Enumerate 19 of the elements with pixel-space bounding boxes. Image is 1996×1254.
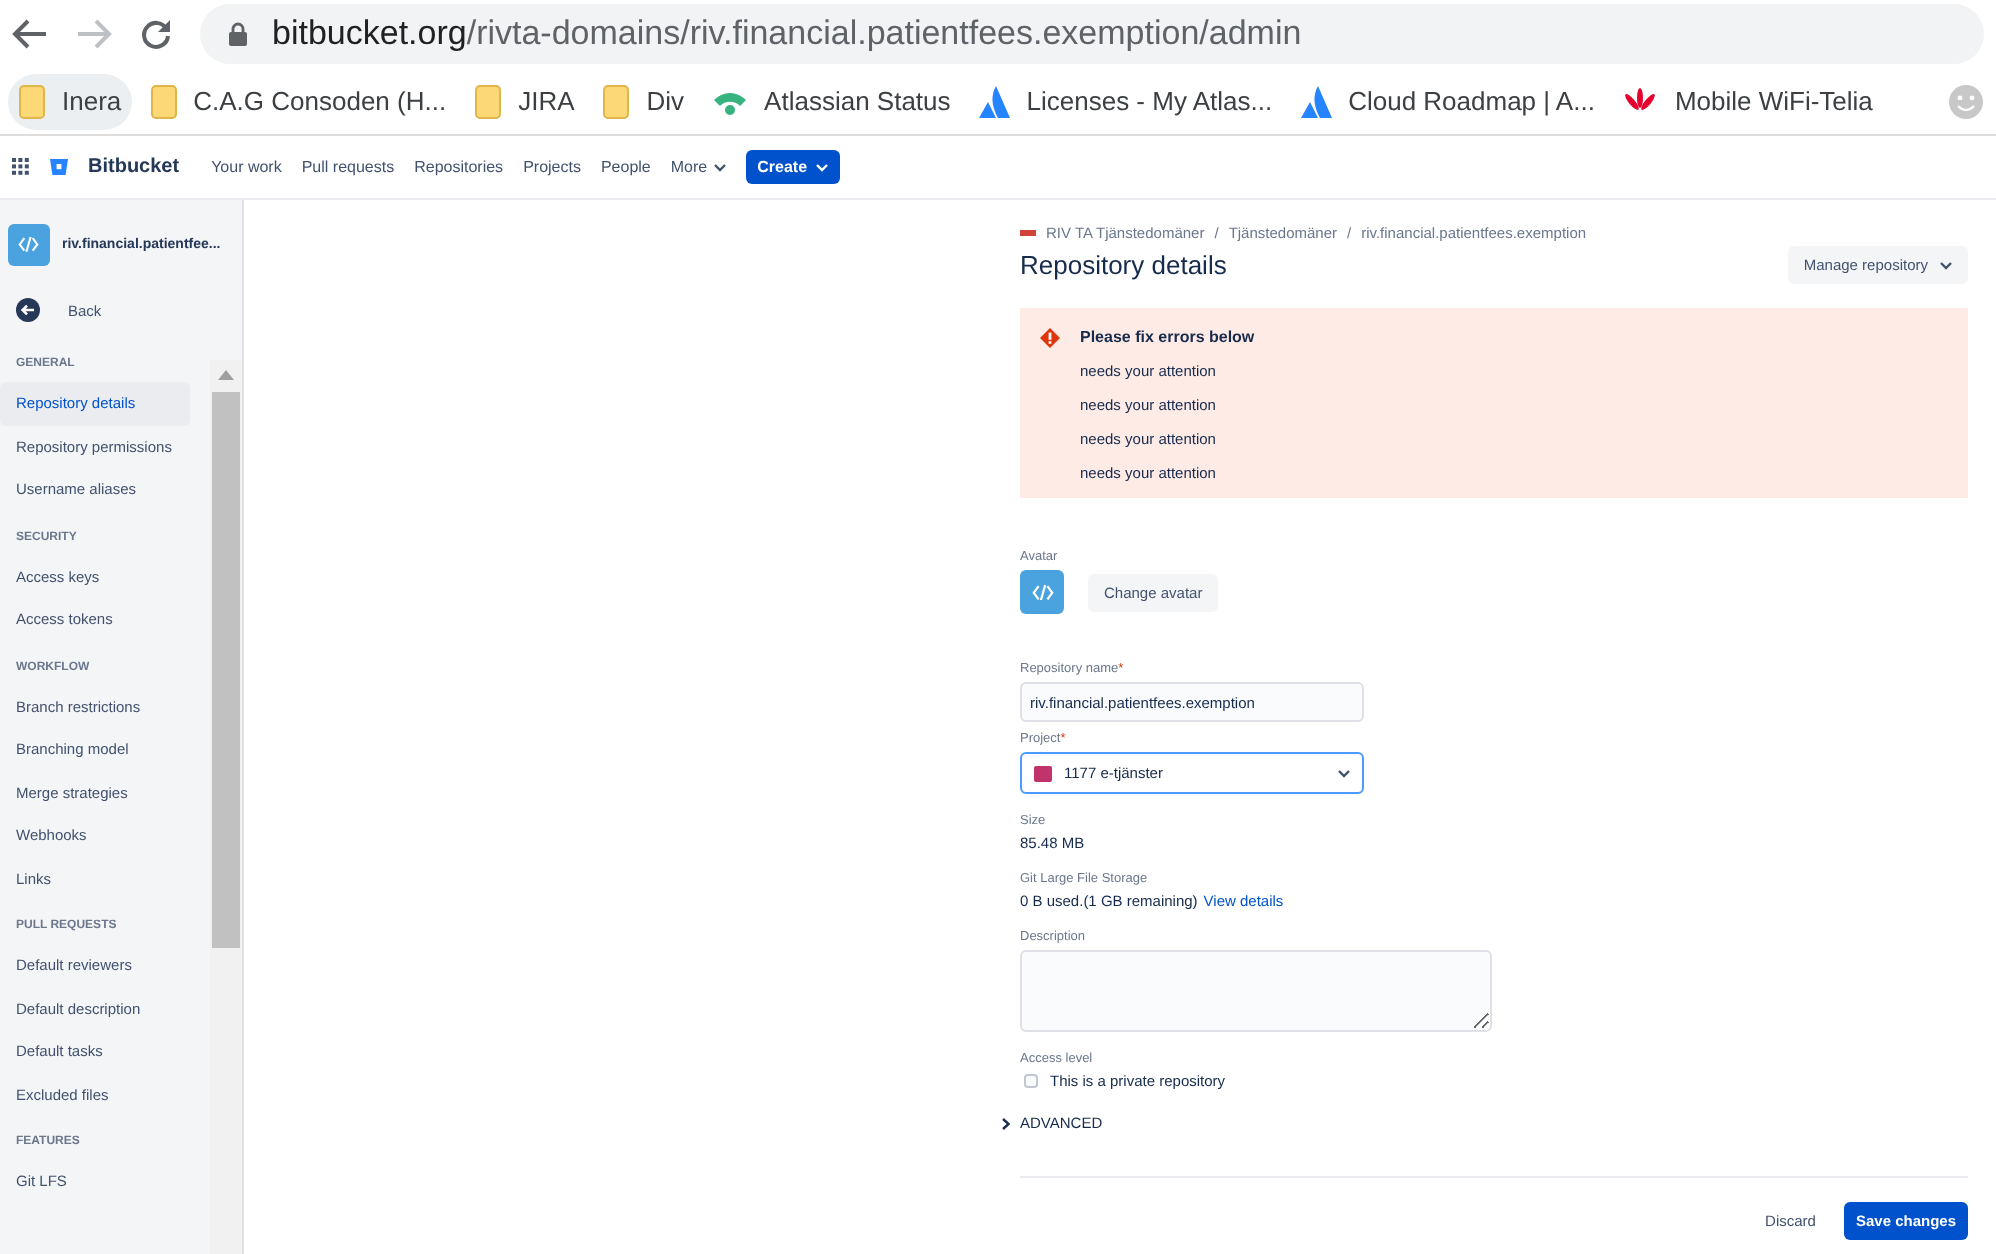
bookmark[interactable]: Mobile WiFi-Telia xyxy=(1612,73,1883,129)
nav-link[interactable]: Your work xyxy=(211,158,282,176)
create-button[interactable]: Create xyxy=(745,150,840,184)
nav-link[interactable]: Projects xyxy=(523,158,581,176)
bookmark[interactable]: Licenses - My Atlas... xyxy=(968,73,1283,129)
error-title: Please fix errors below xyxy=(1080,328,1255,346)
nav-link[interactable]: People xyxy=(600,158,651,176)
bookmark[interactable]: Cloud Roadmap | A... xyxy=(1290,73,1605,129)
brand-name[interactable]: Bitbucket xyxy=(88,156,180,178)
bookmark[interactable]: C.A.G Consoden (H... xyxy=(139,73,457,129)
bookmark[interactable]: Inera xyxy=(8,73,132,129)
page-title: Repository details xyxy=(1020,250,1227,280)
nav-link[interactable]: Pull requests xyxy=(301,158,395,176)
bookmark[interactable]: Atlassian Status xyxy=(702,73,961,129)
bookmark[interactable]: JIRA xyxy=(464,73,585,129)
bookmark[interactable]: Div xyxy=(592,73,695,129)
more-menu[interactable]: More xyxy=(670,158,726,176)
nav-link[interactable]: Repositories xyxy=(414,158,504,176)
address-bar[interactable]: bitbucket.org/rivta-domains/riv.financial.patientfees.exemption/admin xyxy=(200,4,1984,64)
